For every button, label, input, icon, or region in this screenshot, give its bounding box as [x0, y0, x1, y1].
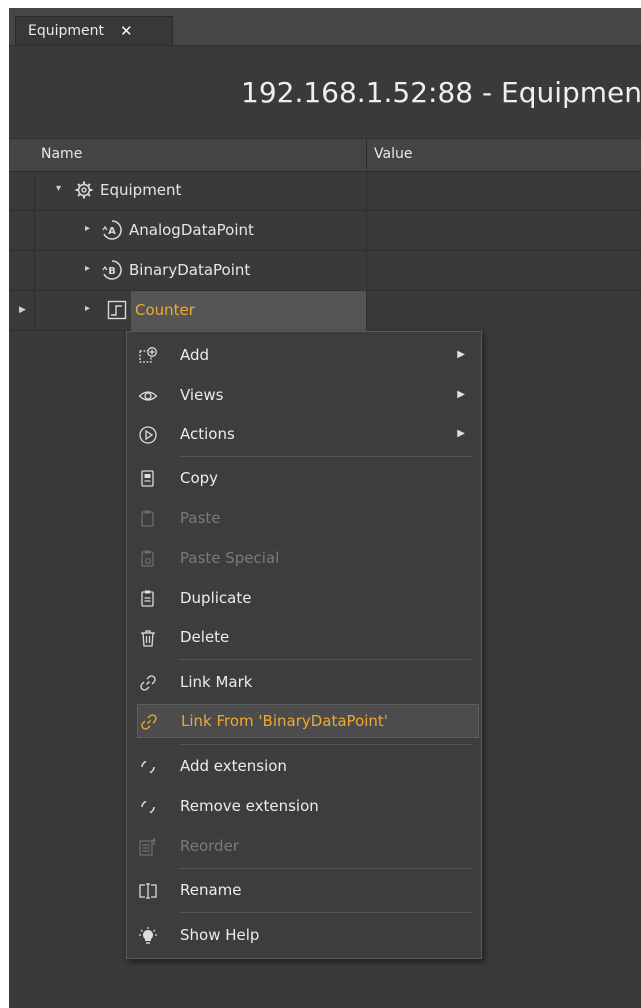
counter-icon: [106, 299, 128, 321]
menu-item-copy[interactable]: Copy: [127, 462, 481, 496]
svg-text:A: A: [108, 226, 116, 237]
tab-strip: Equipment ✕: [9, 8, 641, 46]
eye-icon: [137, 385, 159, 407]
trash-icon: [137, 627, 159, 649]
context-menu: Add ▶ Views ▶ Actions ▶ Copy Paste Paste…: [126, 331, 482, 959]
expand-arrow-icon[interactable]: ▸: [85, 223, 90, 234]
tree-item-label: Counter: [135, 301, 195, 319]
menu-item-add[interactable]: Add ▶: [127, 339, 481, 373]
row-gutter[interactable]: [9, 171, 35, 211]
menu-item-delete[interactable]: Delete: [127, 621, 481, 655]
row-gutter[interactable]: [9, 211, 35, 251]
remove-extension-icon: [137, 796, 159, 818]
grid-header: Name Value: [9, 138, 641, 172]
table-row[interactable]: ▾ Equipment: [9, 171, 641, 211]
paste-icon: [137, 508, 159, 530]
column-divider[interactable]: [366, 139, 367, 171]
page-title: 192.168.1.52:88 - Equipment: [241, 75, 641, 109]
collapse-arrow-icon[interactable]: ▾: [56, 183, 61, 194]
table-row-selected[interactable]: ▶ ▸ Counter: [9, 291, 367, 331]
add-icon: [137, 345, 159, 367]
table-row[interactable]: ▸ B BinaryDataPoint: [9, 251, 641, 291]
column-header-name[interactable]: Name: [41, 146, 82, 162]
rename-icon: [137, 880, 159, 902]
cell-divider: [366, 171, 367, 211]
table-row[interactable]: ▸ A AnalogDataPoint: [9, 211, 641, 251]
menu-item-add-extension[interactable]: Add extension: [127, 750, 481, 784]
current-row-marker-icon: ▶: [19, 305, 26, 315]
svg-text:B: B: [108, 266, 116, 277]
menu-item-paste-special[interactable]: Paste Special: [127, 542, 481, 576]
tree-item-label: BinaryDataPoint: [129, 261, 251, 279]
menu-item-remove-extension[interactable]: Remove extension: [127, 790, 481, 824]
binary-point-icon: B: [101, 259, 123, 281]
help-bulb-icon: [137, 925, 159, 947]
menu-item-reorder[interactable]: Reorder: [127, 830, 481, 864]
tree-item-label: AnalogDataPoint: [129, 221, 254, 239]
menu-item-views[interactable]: Views ▶: [127, 379, 481, 413]
column-header-value[interactable]: Value: [374, 146, 412, 162]
menu-separator: [179, 868, 471, 869]
tab-label: Equipment: [28, 23, 104, 39]
expand-arrow-icon[interactable]: ▸: [85, 303, 90, 314]
menu-separator: [179, 912, 471, 913]
menu-item-link-from[interactable]: Link From 'BinaryDataPoint': [137, 704, 479, 738]
menu-item-show-help[interactable]: Show Help: [127, 919, 481, 953]
submenu-arrow-icon: ▶: [457, 389, 465, 400]
copy-icon: [137, 468, 159, 490]
link-from-icon: [138, 711, 160, 733]
menu-separator: [179, 659, 471, 660]
cell-divider: [366, 251, 367, 291]
play-circle-icon: [137, 424, 159, 446]
link-icon: [137, 672, 159, 694]
extension-icon: [137, 756, 159, 778]
gear-icon: [73, 179, 95, 201]
menu-item-actions[interactable]: Actions ▶: [127, 418, 481, 452]
menu-item-duplicate[interactable]: Duplicate: [127, 582, 481, 616]
row-gutter[interactable]: [9, 251, 35, 291]
cell-divider: [366, 291, 367, 331]
tree-item-label: Equipment: [100, 181, 182, 199]
menu-separator: [179, 744, 471, 745]
menu-separator: [179, 456, 471, 457]
submenu-arrow-icon: ▶: [457, 428, 465, 439]
menu-item-paste[interactable]: Paste: [127, 502, 481, 536]
expand-arrow-icon[interactable]: ▸: [85, 263, 90, 274]
reorder-icon: [137, 836, 159, 858]
close-tab-icon[interactable]: ✕: [120, 22, 133, 40]
tab-equipment[interactable]: Equipment ✕: [15, 16, 173, 45]
menu-item-rename[interactable]: Rename: [127, 874, 481, 908]
cell-divider: [366, 211, 367, 251]
duplicate-icon: [137, 588, 159, 610]
paste-special-icon: [137, 548, 159, 570]
submenu-arrow-icon: ▶: [457, 349, 465, 360]
menu-item-link-mark[interactable]: Link Mark: [127, 666, 481, 700]
analog-point-icon: A: [101, 219, 123, 241]
